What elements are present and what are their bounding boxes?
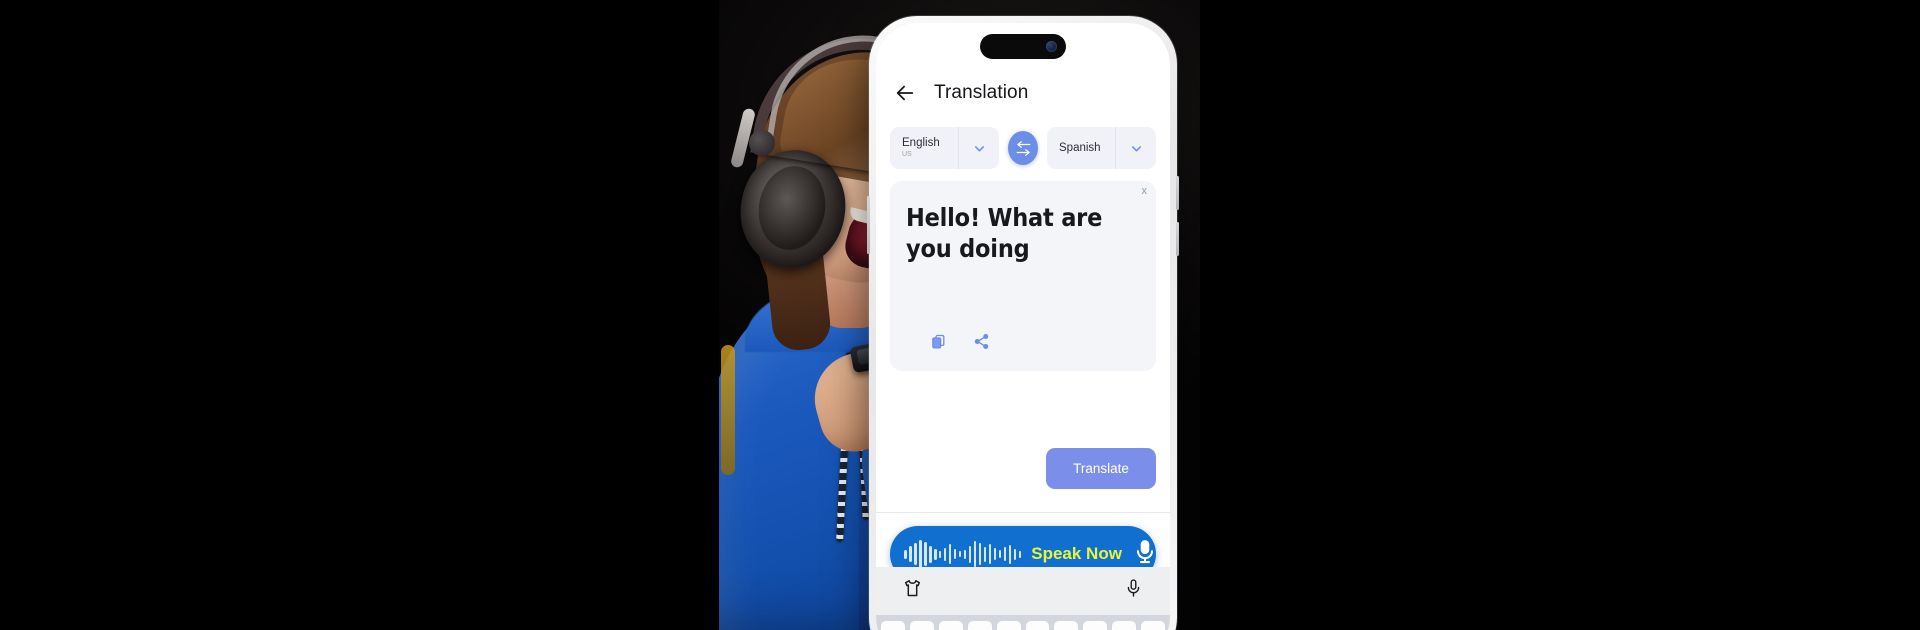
waveform-bar bbox=[953, 549, 957, 559]
source-text-card[interactable]: x Hello! What are you doing bbox=[890, 181, 1156, 371]
waveform-bar bbox=[983, 546, 987, 562]
translate-button[interactable]: Translate bbox=[1046, 448, 1156, 489]
microphone-icon[interactable] bbox=[1123, 578, 1144, 604]
waveform-bar bbox=[918, 540, 922, 568]
share-icon[interactable] bbox=[973, 333, 990, 355]
waveform-bar bbox=[1013, 548, 1017, 560]
swap-arrows-icon bbox=[1016, 148, 1030, 156]
source-language-selector[interactable]: English US bbox=[890, 127, 999, 169]
waveform-bar bbox=[904, 549, 907, 559]
speak-now-label: Speak Now bbox=[1031, 544, 1122, 563]
target-language-text: Spanish bbox=[1047, 142, 1115, 154]
phone-mockup: Translation English US Spanish x Hello! … bbox=[867, 16, 1179, 630]
waveform-bar bbox=[998, 550, 1002, 558]
keyboard-key[interactable] bbox=[967, 621, 992, 630]
volume-up-button[interactable] bbox=[1176, 176, 1179, 210]
keyboard-key[interactable] bbox=[1025, 621, 1050, 630]
waveform-bar bbox=[948, 544, 952, 564]
chevron-down-icon[interactable] bbox=[1115, 127, 1156, 169]
keyboard-key[interactable] bbox=[938, 621, 963, 630]
waveform-bar bbox=[933, 548, 937, 560]
keyboard-key[interactable] bbox=[909, 621, 934, 630]
target-language-selector[interactable]: Spanish bbox=[1047, 127, 1156, 169]
tshirt-icon[interactable] bbox=[902, 578, 923, 604]
waveform-bar bbox=[943, 547, 947, 561]
keyboard-key[interactable] bbox=[1141, 621, 1166, 630]
copy-icon[interactable] bbox=[930, 333, 947, 355]
dynamic-island bbox=[980, 34, 1066, 59]
audio-waveform-icon bbox=[904, 539, 1022, 569]
waveform-bar bbox=[973, 541, 977, 567]
language-selector-bar: English US Spanish bbox=[890, 127, 1156, 169]
app-header: Translation bbox=[876, 69, 1170, 117]
back-arrow-icon[interactable] bbox=[894, 82, 916, 104]
waveform-bar bbox=[908, 546, 912, 562]
swap-arrows-icon bbox=[1016, 140, 1030, 148]
text-card-actions bbox=[930, 333, 990, 355]
waveform-bar bbox=[928, 545, 932, 563]
keyboard-key[interactable] bbox=[1054, 621, 1079, 630]
waveform-bar bbox=[963, 549, 967, 559]
swap-languages-button[interactable] bbox=[1008, 131, 1038, 165]
target-language-name: Spanish bbox=[1059, 141, 1101, 154]
keyboard-strip[interactable] bbox=[876, 615, 1170, 630]
microphone-icon bbox=[1132, 539, 1158, 570]
keyboard-key[interactable] bbox=[881, 621, 905, 630]
translate-button-row: Translate bbox=[890, 448, 1156, 489]
phone-screen: Translation English US Spanish x Hello! … bbox=[876, 23, 1170, 630]
page-title: Translation bbox=[934, 82, 1029, 103]
keyboard-key[interactable] bbox=[1083, 621, 1108, 630]
source-language-text: English US bbox=[890, 137, 958, 158]
front-camera-icon bbox=[1046, 41, 1057, 52]
chevron-down-icon[interactable] bbox=[958, 127, 999, 169]
headphone-joint bbox=[749, 130, 775, 156]
waveform-bar bbox=[913, 543, 917, 565]
keyboard-key[interactable] bbox=[1112, 621, 1137, 630]
waveform-bar bbox=[1008, 544, 1012, 564]
source-language-region: US bbox=[902, 151, 912, 159]
waveform-bar bbox=[993, 548, 997, 560]
bottom-toolbar bbox=[876, 567, 1170, 615]
section-divider bbox=[876, 512, 1170, 513]
clear-text-button[interactable]: x bbox=[1142, 186, 1148, 197]
keyboard-key[interactable] bbox=[996, 621, 1021, 630]
waveform-bar bbox=[1003, 547, 1007, 561]
power-button[interactable] bbox=[867, 196, 870, 254]
waveform-bar bbox=[1018, 550, 1022, 558]
screenshot-root: Translation English US Spanish x Hello! … bbox=[0, 0, 1920, 630]
waveform-bar bbox=[923, 542, 927, 566]
source-language-name: English bbox=[902, 137, 940, 150]
volume-down-button[interactable] bbox=[1176, 222, 1179, 256]
waveform-bar bbox=[988, 544, 992, 564]
source-text: Hello! What are you doing bbox=[906, 203, 1103, 263]
waveform-bar bbox=[958, 551, 962, 557]
waveform-bar bbox=[978, 543, 982, 565]
collar-accent bbox=[721, 345, 735, 475]
waveform-bar bbox=[968, 545, 972, 563]
waveform-bar bbox=[938, 550, 942, 558]
